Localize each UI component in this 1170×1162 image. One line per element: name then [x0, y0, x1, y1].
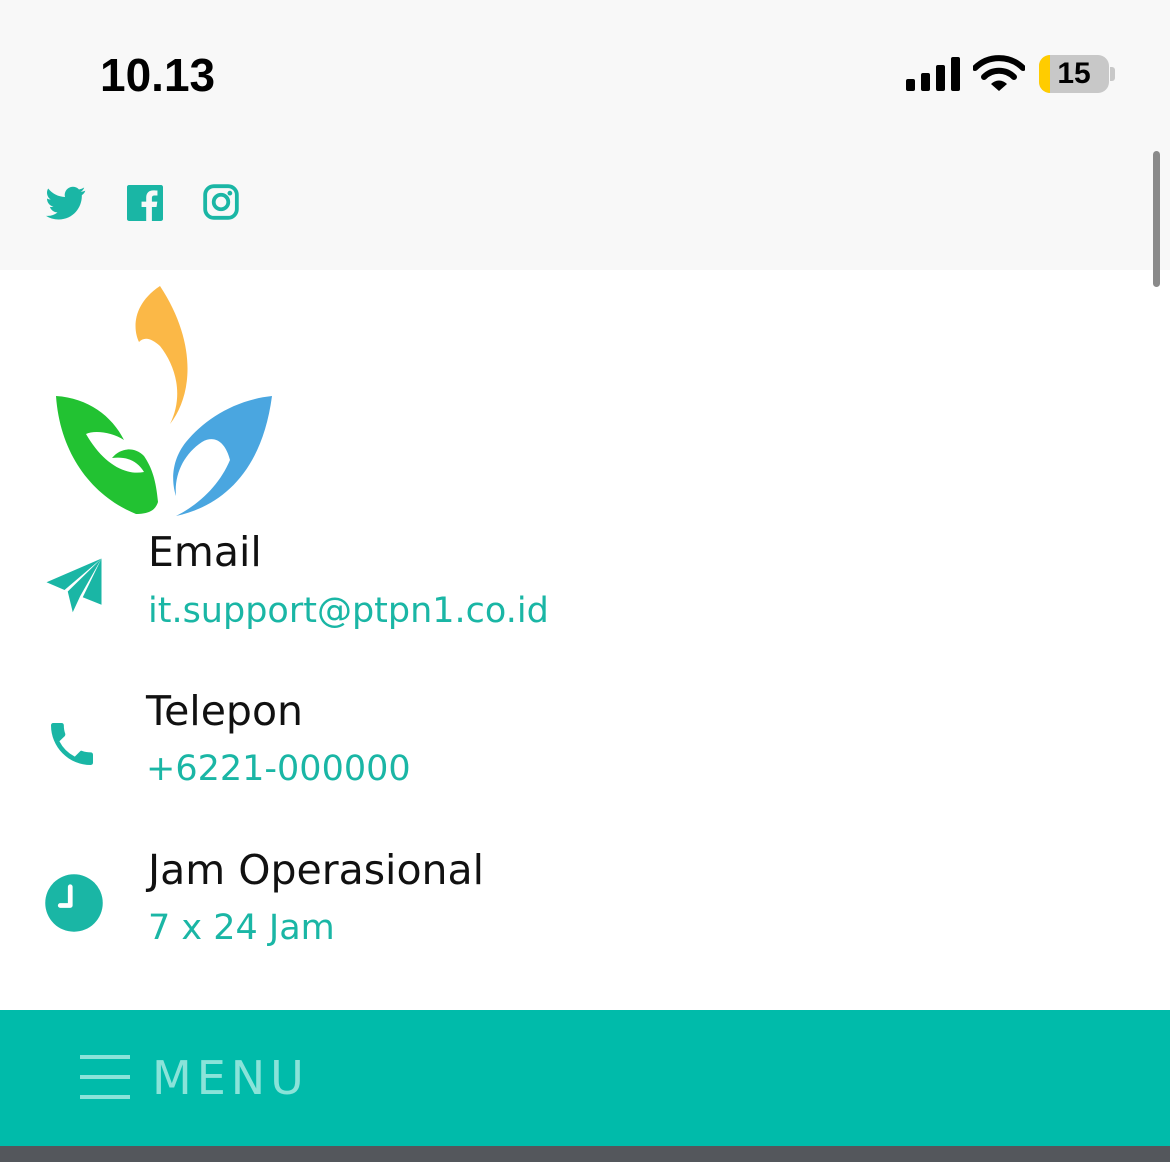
menu-button-label[interactable]: MENU [152, 1052, 309, 1104]
phone-icon [51, 723, 93, 765]
facebook-icon [127, 185, 163, 221]
twitter-icon [46, 186, 86, 220]
hamburger-icon[interactable] [80, 1055, 130, 1099]
instagram-link[interactable] [202, 183, 240, 223]
battery-cap [1110, 67, 1115, 81]
clock-icon [45, 874, 103, 932]
instagram-icon [203, 184, 239, 220]
phone-label: Telepon [146, 687, 304, 735]
page-scrollbar[interactable] [1153, 151, 1160, 287]
battery-indicator: 15 [1039, 55, 1109, 93]
phone-value[interactable]: +6221-000000 [146, 748, 411, 790]
email-label: Email [148, 528, 262, 576]
twitter-link[interactable] [44, 183, 88, 223]
email-value[interactable]: it.support@ptpn1.co.id [148, 590, 549, 632]
ptpn-leaves-logo [56, 286, 272, 516]
hours-label: Jam Operasional [148, 846, 485, 894]
hours-value: 7 x 24 Jam [148, 908, 335, 948]
status-time: 10.13 [100, 49, 216, 101]
battery-percentage: 15 [1057, 57, 1091, 90]
top-header [0, 0, 1170, 270]
paper-plane-icon [46, 558, 102, 613]
cellular-signal-icon [906, 57, 960, 91]
facebook-link[interactable] [127, 185, 163, 225]
wifi-icon [973, 55, 1025, 91]
bottom-bar [0, 1146, 1170, 1162]
